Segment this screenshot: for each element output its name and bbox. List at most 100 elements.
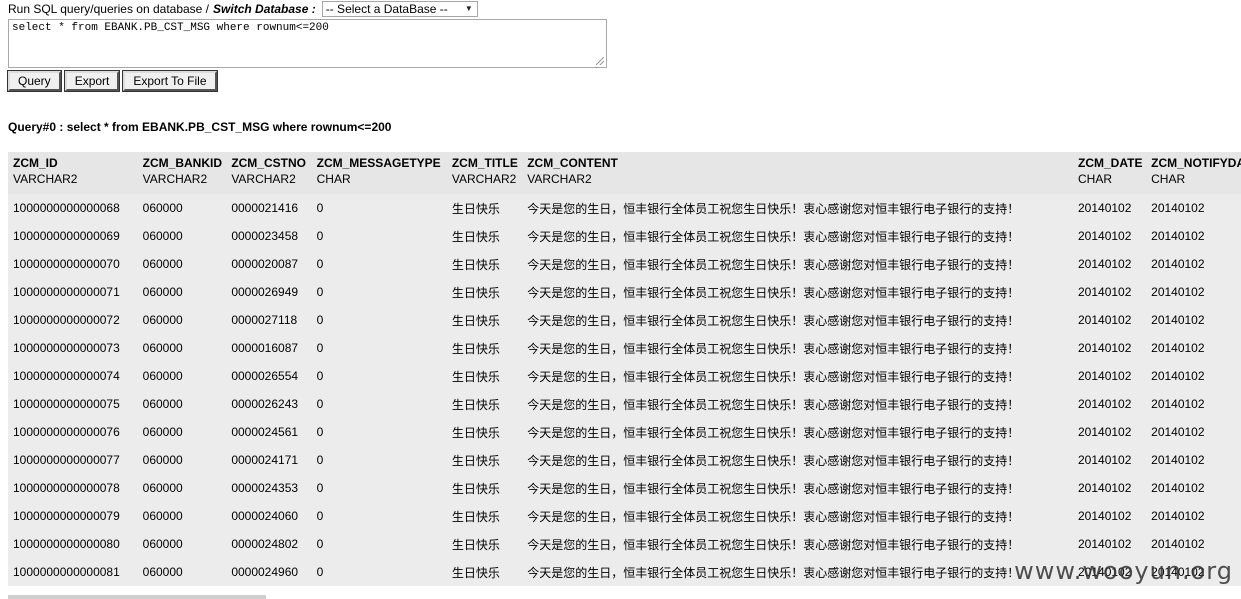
- table-cell: 20140102: [1146, 474, 1241, 502]
- table-cell: 1000000000000079: [8, 502, 138, 530]
- table-cell: 0000021416: [226, 194, 312, 222]
- table-row: 1000000000000071 060000 0000026949 0 生日快乐 今天是…: [8, 278, 1241, 306]
- table-cell: 0: [311, 390, 447, 418]
- table-cell: 20140102: [1146, 250, 1241, 278]
- watermark: www.wooyun.org: [1014, 557, 1233, 585]
- table-row: 1000000000000070 060000 0000020087 0 生日快乐 今天是…: [8, 250, 1241, 278]
- column-name: ZCM_MESSAGETYPE: [316, 156, 441, 170]
- table-cell: 0000020087: [226, 250, 312, 278]
- database-select-value: -- Select a DataBase --: [325, 2, 448, 16]
- table-cell: 0000027118: [226, 306, 312, 334]
- table-cell: 0: [311, 278, 447, 306]
- table-cell: 0: [311, 474, 447, 502]
- table-cell: 今天是您的生日，恒丰银行全体员工祝您生日快乐！衷心感谢您对恒丰银行电子银行的支持…: [522, 390, 1073, 418]
- column-name: ZCM_ID: [13, 156, 58, 170]
- table-cell: 060000: [137, 250, 227, 278]
- resize-handle-icon[interactable]: [596, 57, 604, 65]
- table-cell: 生日快乐: [446, 558, 523, 586]
- table-cell: 20140102: [1073, 278, 1147, 306]
- table-cell: 0000026554: [226, 362, 312, 390]
- table-cell: 今天是您的生日，恒丰银行全体员工祝您生日快乐！衷心感谢您对恒丰银行电子银行的支持…: [522, 418, 1073, 446]
- table-cell: 今天是您的生日，恒丰银行全体员工祝您生日快乐！衷心感谢您对恒丰银行电子银行的支持…: [522, 194, 1073, 222]
- table-cell: 今天是您的生日，恒丰银行全体员工祝您生日快乐！衷心感谢您对恒丰银行电子银行的支持…: [522, 474, 1073, 502]
- column-name: ZCM_BANKID: [142, 156, 222, 170]
- column-header: ZCM_ID VARCHAR2: [8, 152, 138, 194]
- table-cell: 20140102: [1073, 502, 1147, 530]
- database-select[interactable]: -- Select a DataBase -- ▼: [321, 1, 478, 17]
- table-cell: 20140102: [1073, 446, 1147, 474]
- table-cell: 生日快乐: [446, 250, 523, 278]
- table-cell: 20140102: [1146, 418, 1241, 446]
- table-cell: 生日快乐: [446, 306, 523, 334]
- column-type: CHAR: [1151, 172, 1186, 186]
- column-header: ZCM_MESSAGETYPE CHAR: [311, 152, 447, 194]
- column-type: VARCHAR2: [527, 172, 592, 186]
- table-cell: 生日快乐: [446, 222, 523, 250]
- table-cell: 20140102: [1146, 530, 1241, 558]
- table-cell: 0000024960: [226, 558, 312, 586]
- table-cell: 今天是您的生日，恒丰银行全体员工祝您生日快乐！衷心感谢您对恒丰银行电子银行的支持…: [522, 306, 1073, 334]
- table-row: 1000000000000079 060000 0000024060 0 生日快乐 今天是…: [8, 502, 1241, 530]
- table-cell: 060000: [137, 474, 227, 502]
- table-cell: 0: [311, 530, 447, 558]
- table-cell: 060000: [137, 334, 227, 362]
- action-buttons: Query Export Export To File: [7, 70, 218, 92]
- column-header: ZCM_NOTIFYDATE CHAR: [1146, 152, 1241, 194]
- column-name: ZCM_NOTIFYDATE: [1151, 156, 1241, 170]
- table-cell: 20140102: [1146, 446, 1241, 474]
- table-cell: 20140102: [1073, 418, 1147, 446]
- table-cell: 0000016087: [226, 334, 312, 362]
- horizontal-scrollbar[interactable]: [8, 595, 266, 599]
- table-cell: 生日快乐: [446, 418, 523, 446]
- database-toolbar: Run SQL query/queries on database / Swit…: [8, 1, 478, 17]
- table-row: 1000000000000078 060000 0000024353 0 生日快乐 今天是…: [8, 474, 1241, 502]
- table-row: 1000000000000076 060000 0000024561 0 生日快乐 今天是…: [8, 418, 1241, 446]
- table-cell: 0000026949: [226, 278, 312, 306]
- table-cell: 1000000000000077: [8, 446, 138, 474]
- column-header: ZCM_TITLE VARCHAR2: [446, 152, 523, 194]
- table-cell: 0: [311, 362, 447, 390]
- table-cell: 生日快乐: [446, 362, 523, 390]
- column-type: VARCHAR2: [142, 172, 208, 186]
- table-cell: 060000: [137, 362, 227, 390]
- table-cell: 20140102: [1146, 390, 1241, 418]
- table-cell: 今天是您的生日，恒丰银行全体员工祝您生日快乐！衷心感谢您对恒丰银行电子银行的支持…: [522, 362, 1073, 390]
- export-to-file-button[interactable]: Export To File: [122, 70, 218, 92]
- sql-query-textarea[interactable]: select * from EBANK.PB_CST_MSG where row…: [8, 19, 607, 68]
- result-table-container[interactable]: ZCM_ID VARCHAR2 ZCM_BANKID VARCHAR2 ZCM_CSTN…: [8, 152, 1241, 599]
- column-name: ZCM_DATE: [1078, 156, 1143, 170]
- table-cell: 20140102: [1073, 222, 1147, 250]
- table-cell: 0000026243: [226, 390, 312, 418]
- table-cell: 1000000000000069: [8, 222, 138, 250]
- query-button[interactable]: Query: [7, 70, 62, 92]
- table-cell: 0000024561: [226, 418, 312, 446]
- table-cell: 1000000000000076: [8, 418, 138, 446]
- table-cell: 20140102: [1146, 502, 1241, 530]
- table-row: 1000000000000073 060000 0000016087 0 生日快乐 今天是…: [8, 334, 1241, 362]
- table-cell: 20140102: [1146, 278, 1241, 306]
- table-cell: 今天是您的生日，恒丰银行全体员工祝您生日快乐！衷心感谢您对恒丰银行电子银行的支持…: [522, 250, 1073, 278]
- table-cell: 060000: [137, 390, 227, 418]
- table-cell: 0: [311, 194, 447, 222]
- table-cell: 0000024353: [226, 474, 312, 502]
- column-header: ZCM_DATE CHAR: [1073, 152, 1147, 194]
- column-header: ZCM_CONTENT VARCHAR2: [522, 152, 1073, 194]
- table-cell: 20140102: [1073, 530, 1147, 558]
- column-type: CHAR: [1078, 172, 1113, 186]
- table-cell: 20140102: [1146, 334, 1241, 362]
- column-name: ZCM_CSTNO: [231, 156, 306, 170]
- table-cell: 今天是您的生日，恒丰银行全体员工祝您生日快乐！衷心感谢您对恒丰银行电子银行的支持…: [522, 530, 1073, 558]
- run-query-label: Run SQL query/queries on database /: [8, 2, 210, 16]
- column-type: VARCHAR2: [13, 172, 78, 186]
- table-body: 1000000000000068 060000 0000021416 0 生日快乐 今天是…: [8, 194, 1241, 586]
- table-cell: 生日快乐: [446, 446, 523, 474]
- column-header: ZCM_CSTNO VARCHAR2: [226, 152, 312, 194]
- table-row: 1000000000000072 060000 0000027118 0 生日快乐 今天是…: [8, 306, 1241, 334]
- table-cell: 20140102: [1146, 306, 1241, 334]
- table-cell: 1000000000000072: [8, 306, 138, 334]
- table-cell: 生日快乐: [446, 502, 523, 530]
- table-cell: 20140102: [1146, 222, 1241, 250]
- table-cell: 0: [311, 558, 447, 586]
- export-button[interactable]: Export: [63, 70, 121, 92]
- query-result-title: Query#0 : select * from EBANK.PB_CST_MSG…: [8, 120, 392, 134]
